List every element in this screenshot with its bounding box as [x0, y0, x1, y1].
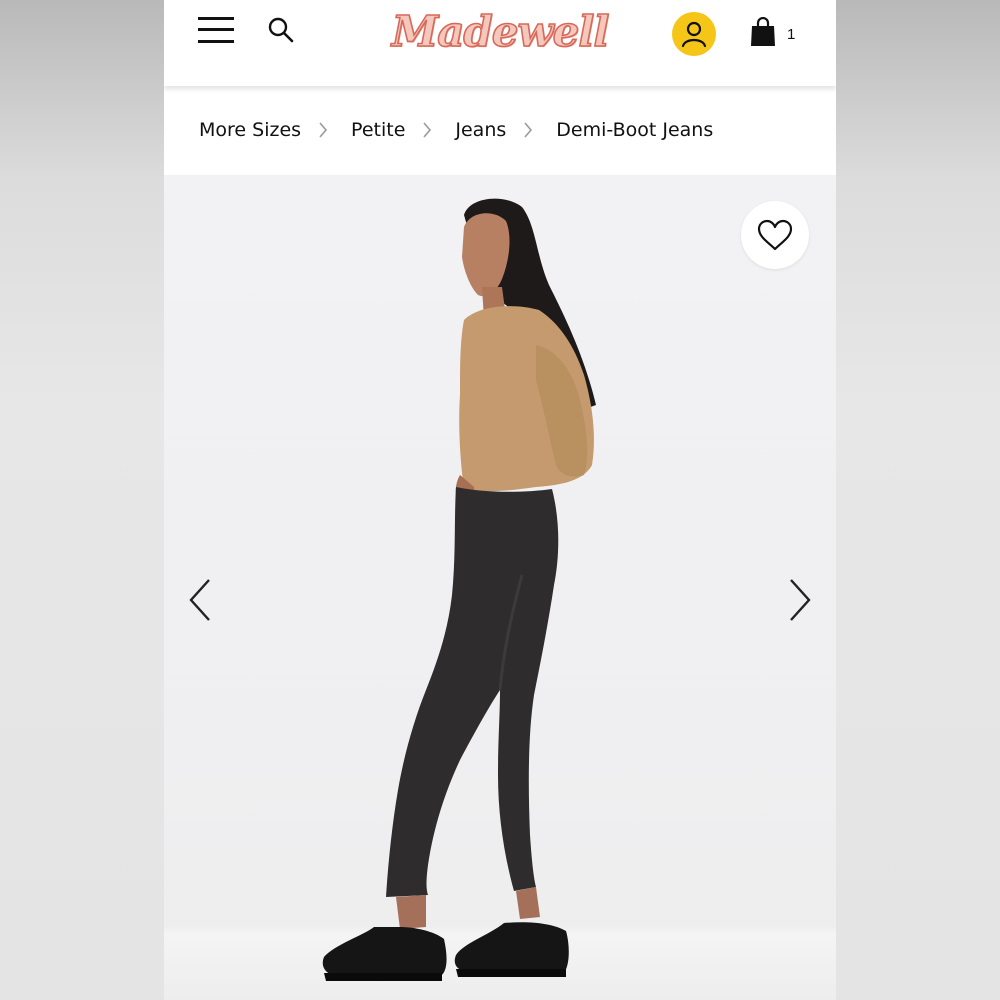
chevron-right-icon — [318, 122, 334, 138]
chevron-left-icon — [189, 579, 210, 621]
chevron-right-icon — [523, 122, 539, 138]
hamburger-menu-icon[interactable] — [196, 12, 236, 48]
madewell-logo[interactable]: Madewell — [390, 2, 610, 60]
user-icon[interactable] — [672, 12, 716, 56]
search-icon[interactable] — [264, 12, 298, 48]
phone-screen: Madewell 1 More Sizes Petite Jeans Demi-… — [164, 0, 836, 1000]
shopping-bag-icon[interactable] — [748, 16, 778, 48]
chevron-right-icon — [790, 579, 811, 621]
breadcrumb-item-demi-boot-jeans[interactable]: Demi-Boot Jeans — [556, 119, 713, 141]
product-photo — [322, 198, 596, 981]
breadcrumb: More Sizes Petite Jeans Demi-Boot Jeans — [164, 86, 836, 174]
heart-outline-icon — [757, 219, 793, 251]
product-image-carousel[interactable] — [164, 175, 836, 1000]
next-image-button[interactable] — [780, 575, 820, 625]
previous-image-button[interactable] — [180, 575, 220, 625]
site-header: Madewell 1 — [164, 0, 836, 86]
chevron-right-icon — [422, 122, 438, 138]
bag-count: 1 — [787, 26, 796, 43]
breadcrumb-item-petite[interactable]: Petite — [351, 119, 405, 141]
favorite-button[interactable] — [741, 201, 809, 269]
breadcrumb-item-jeans[interactable]: Jeans — [455, 119, 506, 141]
breadcrumb-item-more-sizes[interactable]: More Sizes — [199, 119, 301, 141]
